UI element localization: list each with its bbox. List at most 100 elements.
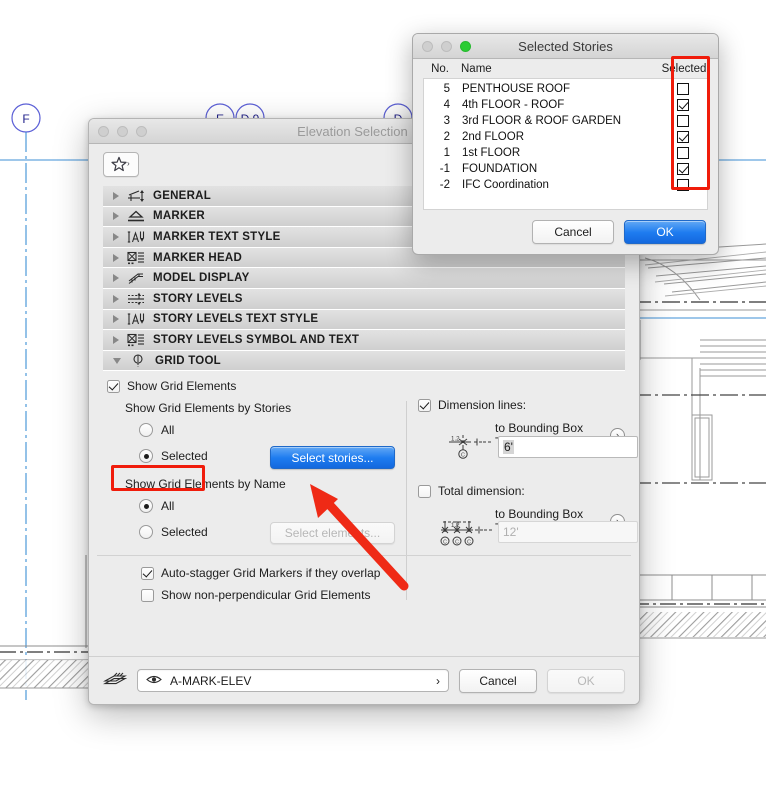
story-selected-checkbox[interactable]: [659, 115, 707, 127]
section-label: MARKER HEAD: [153, 251, 242, 264]
checkbox-icon[interactable]: [677, 99, 689, 111]
general-icon: [125, 188, 147, 204]
story-levels-icon: [125, 291, 147, 307]
section-model-display[interactable]: MODEL DISPLAY: [103, 268, 625, 289]
table-row[interactable]: -2 IFC Coordination: [424, 177, 707, 193]
show-non-perpendicular-label: Show non-perpendicular Grid Elements: [161, 588, 371, 603]
text-style-icon: [125, 229, 147, 245]
chevron-right-icon[interactable]: [113, 315, 119, 324]
checkbox-icon[interactable]: [677, 115, 689, 127]
cancel-button[interactable]: Cancel: [459, 668, 537, 693]
chevron-right-icon[interactable]: [113, 212, 119, 221]
checkbox-icon[interactable]: [677, 163, 689, 175]
checkbox-icon[interactable]: [107, 379, 120, 393]
story-name: FOUNDATION: [462, 163, 538, 175]
checkbox-icon[interactable]: [141, 588, 154, 602]
by-name-radio-selected[interactable]: Selected: [139, 525, 208, 540]
story-selected-checkbox[interactable]: [659, 131, 707, 143]
ok-button[interactable]: OK: [547, 668, 625, 693]
by-stories-radio-selected[interactable]: Selected: [139, 449, 208, 464]
layer-selector[interactable]: A-MARK-ELEV ›: [137, 669, 449, 692]
layers-icon: [102, 669, 128, 692]
total-dimension-checkbox[interactable]: Total dimension:: [418, 484, 525, 498]
grid-tool-icon: [127, 353, 149, 369]
checkbox-icon[interactable]: [141, 566, 154, 580]
chevron-right-icon[interactable]: [113, 253, 119, 262]
checkbox-icon[interactable]: [677, 83, 689, 95]
column-header-selected: Selected: [661, 63, 707, 75]
stories-titlebar[interactable]: Selected Stories: [413, 34, 718, 59]
svg-text:C: C: [461, 453, 465, 459]
total-dimension-value: 12': [503, 525, 519, 540]
chevron-right-icon[interactable]: [113, 232, 119, 241]
story-number: 2: [443, 131, 450, 143]
radio-icon[interactable]: [139, 449, 153, 464]
select-stories-button[interactable]: Select stories...: [270, 446, 395, 470]
by-stories-radio-all[interactable]: All: [139, 423, 174, 438]
chevron-right-icon[interactable]: ›: [436, 674, 440, 688]
show-grid-elements-label: Show Grid Elements: [127, 379, 237, 394]
auto-stagger-checkbox[interactable]: Auto-stagger Grid Markers if they overla…: [141, 566, 380, 580]
by-name-group-label: Show Grid Elements by Name: [125, 477, 286, 492]
show-non-perpendicular-checkbox[interactable]: Show non-perpendicular Grid Elements: [141, 588, 370, 602]
story-name: 1st FLOOR: [462, 147, 521, 159]
dimension-lines-checkbox[interactable]: Dimension lines:: [418, 398, 526, 412]
chevron-right-icon[interactable]: [113, 191, 119, 200]
checkbox-icon[interactable]: [418, 398, 431, 412]
section-grid-tool[interactable]: GRID TOOL: [103, 350, 625, 372]
selected-stories-dialog[interactable]: Selected Stories No. Name Selected 5 PEN…: [412, 33, 719, 255]
svg-text:C: C: [443, 540, 447, 546]
table-row[interactable]: 2 2nd FLOOR: [424, 129, 707, 145]
story-number: 1: [443, 147, 450, 159]
story-number: 3: [443, 115, 450, 127]
chevron-right-icon[interactable]: [113, 294, 119, 303]
section-story-levels-text-style[interactable]: STORY LEVELS TEXT STYLE: [103, 309, 625, 331]
section-story-levels-symbol-and-text[interactable]: STORY LEVELS SYMBOL AND TEXT: [103, 330, 625, 351]
total-dimension-value-field[interactable]: 12': [498, 521, 638, 544]
section-story-levels[interactable]: STORY LEVELS: [103, 288, 625, 310]
dimension-lines-label: Dimension lines:: [438, 398, 527, 413]
table-row[interactable]: 1 1st FLOOR: [424, 145, 707, 161]
story-selected-checkbox[interactable]: [659, 147, 707, 159]
checkbox-icon[interactable]: [418, 484, 431, 498]
section-label: GENERAL: [153, 189, 211, 202]
table-row[interactable]: -1 FOUNDATION: [424, 161, 707, 177]
table-row[interactable]: 4 4th FLOOR - ROOF: [424, 97, 707, 113]
marker-head-icon: [125, 250, 147, 266]
story-selected-checkbox[interactable]: [659, 179, 707, 191]
panel-divider: [406, 401, 407, 600]
radio-icon[interactable]: [139, 525, 153, 540]
checkbox-icon[interactable]: [677, 131, 689, 143]
table-row[interactable]: 3 3rd FLOOR & ROOF GARDEN: [424, 113, 707, 129]
story-selected-checkbox[interactable]: [659, 83, 707, 95]
chevron-down-icon[interactable]: [113, 357, 121, 364]
story-name: 4th FLOOR - ROOF: [462, 99, 565, 111]
svg-text:C: C: [455, 540, 459, 546]
stories-list[interactable]: 5 PENTHOUSE ROOF 4 4th FLOOR - ROOF 3 3r…: [423, 78, 708, 210]
story-selected-checkbox[interactable]: [659, 163, 707, 175]
radio-icon[interactable]: [139, 423, 153, 438]
checkbox-icon[interactable]: [677, 147, 689, 159]
story-name: 2nd FLOOR: [462, 131, 524, 143]
svg-text:›: ›: [127, 159, 130, 168]
story-name: IFC Coordination: [462, 179, 549, 191]
chevron-right-icon[interactable]: [113, 335, 119, 344]
stories-cancel-button[interactable]: Cancel: [532, 220, 614, 244]
favorites-button[interactable]: ›: [103, 152, 139, 177]
story-name: PENTHOUSE ROOF: [462, 83, 570, 95]
dimension-lines-value-field[interactable]: 6': [498, 436, 638, 459]
stories-ok-button[interactable]: OK: [624, 220, 706, 244]
checkbox-icon[interactable]: [677, 179, 689, 191]
section-divider: [97, 555, 631, 557]
section-label: MARKER: [153, 210, 205, 223]
by-name-radio-all[interactable]: All: [139, 499, 174, 514]
story-selected-checkbox[interactable]: [659, 99, 707, 111]
svg-text:1.2: 1.2: [451, 436, 460, 443]
table-row[interactable]: 5 PENTHOUSE ROOF: [424, 81, 707, 97]
section-label: STORY LEVELS TEXT STYLE: [153, 313, 319, 326]
chevron-right-icon[interactable]: [113, 274, 119, 283]
select-elements-button[interactable]: Select elements...: [270, 522, 395, 545]
show-grid-elements-checkbox[interactable]: Show Grid Elements: [107, 379, 236, 393]
radio-icon[interactable]: [139, 499, 153, 514]
story-number: -1: [439, 163, 450, 175]
